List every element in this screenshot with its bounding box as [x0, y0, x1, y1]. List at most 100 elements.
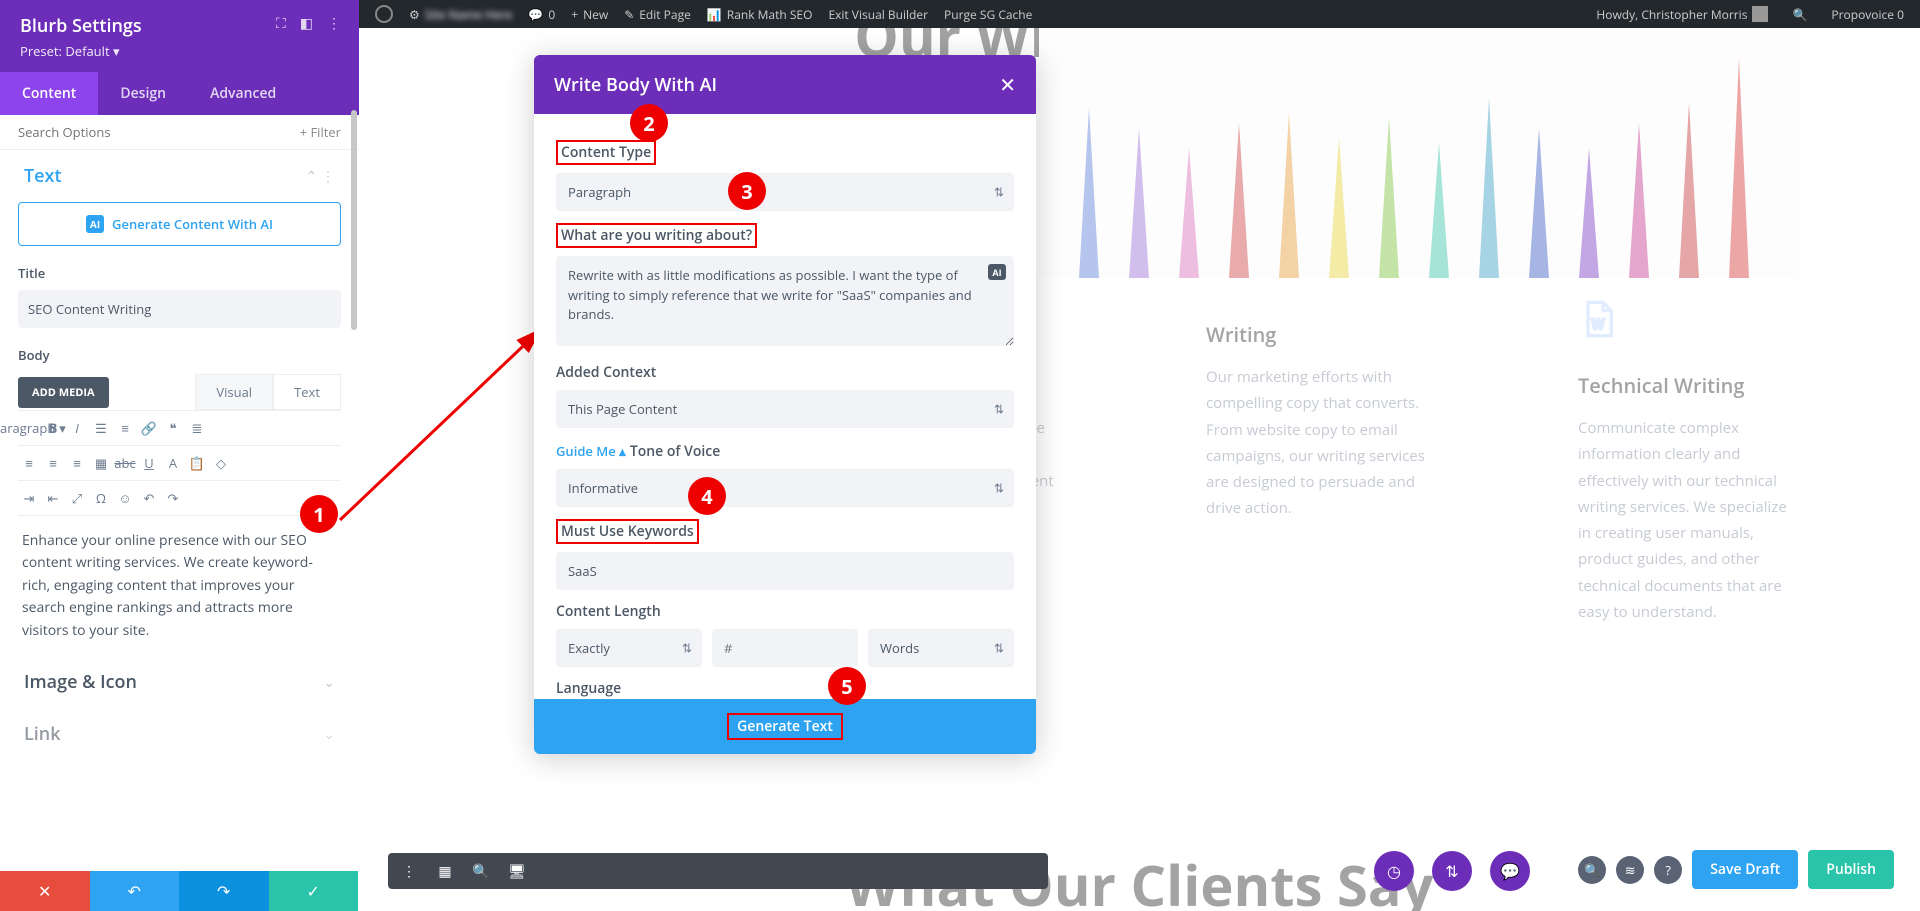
- generate-text-button[interactable]: Generate Text: [534, 699, 1036, 754]
- title-label: Title: [18, 264, 341, 282]
- omega-icon[interactable]: Ω: [90, 487, 112, 509]
- wp-admin-bar: ⚙Site Name Here 💬0 +New ✎Edit Page 📊Rank…: [359, 0, 1920, 28]
- propovoice[interactable]: Propovoice 0: [1823, 0, 1912, 28]
- align-icon[interactable]: ≣: [186, 417, 208, 439]
- editor-tab-text[interactable]: Text: [273, 374, 341, 410]
- chevron-down-icon: ⌄: [323, 725, 335, 744]
- save-button[interactable]: ✓: [269, 871, 359, 911]
- section-image-toggle[interactable]: Image & Icon ⌄: [18, 656, 341, 708]
- body-editor[interactable]: Enhance your online presence with our SE…: [18, 516, 341, 656]
- service-copy: Writing Our marketing efforts with compe…: [1206, 299, 1428, 625]
- emoji-icon[interactable]: ☺: [114, 487, 136, 509]
- indent-icon[interactable]: ⇥: [18, 487, 40, 509]
- bold-icon[interactable]: B: [42, 417, 64, 439]
- bullet-list-icon[interactable]: ☰: [90, 417, 112, 439]
- guide-me-toggle[interactable]: Guide Me ▴: [556, 442, 626, 460]
- hero-image: [1039, 28, 1799, 278]
- quote-icon[interactable]: ❝: [162, 417, 184, 439]
- keywords-label: Must Use Keywords: [556, 519, 699, 544]
- expand-icon[interactable]: ⤢: [66, 487, 88, 509]
- new-content[interactable]: +New: [563, 0, 616, 28]
- ai-icon[interactable]: AI: [988, 264, 1006, 280]
- exit-visual-builder[interactable]: Exit Visual Builder: [820, 0, 936, 28]
- section-text-toggle[interactable]: Text ⌃ ⋮: [18, 150, 341, 202]
- preset-selector[interactable]: Preset: Default ▾: [20, 42, 339, 60]
- context-select[interactable]: This Page Content: [556, 390, 1014, 428]
- redo-icon[interactable]: ↷: [162, 487, 184, 509]
- callout-4: 4: [688, 477, 726, 515]
- tab-content[interactable]: Content: [0, 72, 98, 115]
- search-icon[interactable]: 🔍: [1784, 0, 1815, 28]
- title-input[interactable]: [18, 290, 341, 328]
- purge-cache[interactable]: Purge SG Cache: [936, 0, 1040, 28]
- underline-icon[interactable]: U: [138, 452, 160, 474]
- keywords-input[interactable]: [556, 552, 1014, 590]
- close-icon[interactable]: ✕: [999, 71, 1016, 98]
- layers-icon[interactable]: ≋: [1616, 856, 1644, 884]
- outdent-icon[interactable]: ⇤: [42, 487, 64, 509]
- tone-label: Tone of Voice: [630, 442, 721, 461]
- howdy-user[interactable]: Howdy, Christopher Morris: [1588, 0, 1776, 28]
- align-center-icon[interactable]: ≡: [42, 452, 64, 474]
- align-right-icon[interactable]: ≡: [66, 452, 88, 474]
- ai-icon: AI: [86, 215, 104, 233]
- panel-tabs: Content Design Advanced: [0, 72, 359, 115]
- discard-button[interactable]: ✕: [0, 871, 90, 911]
- wireframe-icon[interactable]: ▦: [432, 858, 458, 884]
- help-icon[interactable]: ?: [1654, 856, 1682, 884]
- content-type-label: Content Type: [556, 140, 656, 165]
- snap-icon[interactable]: ◧: [300, 14, 313, 33]
- content-type-select[interactable]: Paragraph: [556, 173, 1014, 211]
- tab-advanced[interactable]: Advanced: [188, 72, 298, 115]
- desktop-icon[interactable]: 🖥: [504, 858, 530, 884]
- expand-icon[interactable]: ⛶: [276, 14, 286, 33]
- redo-button[interactable]: ↷: [179, 871, 269, 911]
- color-icon[interactable]: A: [162, 452, 184, 474]
- scrollbar[interactable]: [351, 110, 357, 761]
- number-list-icon[interactable]: ≡: [114, 417, 136, 439]
- save-draft-button[interactable]: Save Draft: [1692, 850, 1798, 889]
- search-input[interactable]: [18, 123, 178, 141]
- chat-icon[interactable]: 💬: [1490, 851, 1530, 891]
- swap-icon[interactable]: ⇅: [1432, 851, 1472, 891]
- add-media-button[interactable]: ADD MEDIA: [18, 377, 109, 408]
- tab-design[interactable]: Design: [98, 72, 188, 115]
- table-icon[interactable]: ▦: [90, 452, 112, 474]
- more-icon[interactable]: ⋮: [321, 167, 335, 186]
- filter-button[interactable]: + Filter: [300, 123, 341, 141]
- edit-page[interactable]: ✎Edit Page: [616, 0, 699, 28]
- more-icon[interactable]: ⋮: [396, 858, 422, 884]
- link-icon[interactable]: 🔗: [138, 417, 160, 439]
- section-link-toggle[interactable]: Link ⌄: [18, 708, 341, 760]
- paste-icon[interactable]: 📋: [186, 452, 208, 474]
- chevron-up-icon: ⌃: [306, 167, 318, 186]
- zoom-icon[interactable]: 🔍: [468, 858, 494, 884]
- align-left-icon[interactable]: ≡: [18, 452, 40, 474]
- more-icon[interactable]: ⋮: [327, 14, 341, 33]
- callout-5: 5: [828, 667, 866, 705]
- italic-icon[interactable]: I: [66, 417, 88, 439]
- length-unit-select[interactable]: Words: [868, 629, 1014, 667]
- clear-icon[interactable]: ◇: [210, 452, 232, 474]
- strike-icon[interactable]: abc: [114, 452, 136, 474]
- history-icon[interactable]: ◷: [1374, 851, 1414, 891]
- length-mode-select[interactable]: Exactly: [556, 629, 702, 667]
- comments[interactable]: 💬0: [520, 0, 563, 28]
- search-icon[interactable]: 🔍: [1578, 856, 1606, 884]
- rank-math[interactable]: 📊Rank Math SEO: [699, 0, 821, 28]
- module-settings-panel: Blurb Settings Preset: Default ▾ ⛶ ◧ ⋮ C…: [0, 0, 359, 911]
- modal-title: Write Body With AI: [554, 73, 717, 97]
- editor-tab-visual[interactable]: Visual: [195, 374, 273, 410]
- undo-icon[interactable]: ↶: [138, 487, 160, 509]
- wp-logo[interactable]: [367, 0, 401, 28]
- tone-select[interactable]: Informative: [556, 469, 1014, 507]
- callout-2: 2: [630, 104, 668, 142]
- format-select[interactable]: Paragraph ▾: [18, 417, 40, 439]
- generate-content-button[interactable]: AI Generate Content With AI: [18, 202, 341, 246]
- length-number-input[interactable]: [712, 629, 858, 667]
- undo-button[interactable]: ↶: [90, 871, 180, 911]
- publish-button[interactable]: Publish: [1808, 850, 1894, 889]
- site-name[interactable]: ⚙Site Name Here: [401, 0, 520, 28]
- about-textarea[interactable]: [556, 256, 1014, 346]
- svg-text:W: W: [1592, 315, 1605, 333]
